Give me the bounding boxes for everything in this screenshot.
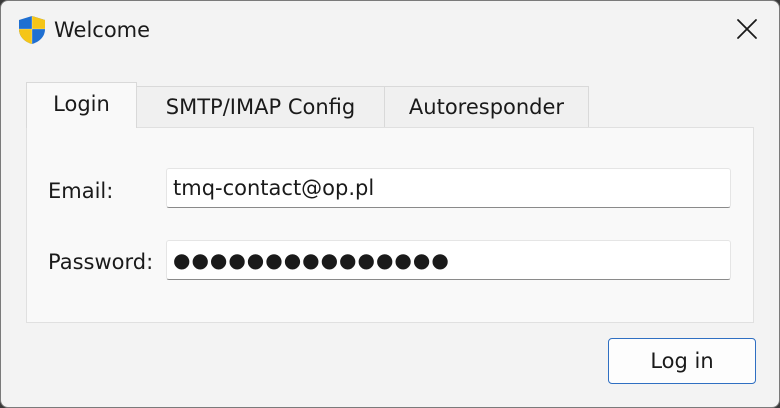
tab-label: Autoresponder (408, 95, 565, 119)
shield-icon (17, 15, 47, 45)
close-icon (736, 18, 758, 44)
tab-smtp-imap-config[interactable]: SMTP/IMAP Config (136, 86, 385, 127)
close-button[interactable] (715, 1, 779, 61)
login-button-label: Log in (650, 349, 714, 373)
window-title: Welcome (54, 18, 151, 42)
title-bar[interactable]: Welcome (1, 1, 779, 61)
tab-label: SMTP/IMAP Config (165, 95, 356, 119)
password-value: ●●●●●●●●●●●●●●● (173, 248, 450, 272)
email-value: tmq-contact@op.pl (173, 176, 375, 200)
email-label: Email: (48, 179, 114, 203)
tab-login[interactable]: Login (26, 82, 137, 128)
login-tab-panel: Email: tmq-contact@op.pl Password: ●●●●●… (26, 127, 754, 323)
tab-autoresponder[interactable]: Autoresponder (384, 86, 589, 127)
welcome-dialog: Welcome Login SMTP/IMAP Config Autorespo… (0, 0, 780, 408)
login-button[interactable]: Log in (608, 338, 756, 384)
password-label: Password: (48, 250, 154, 274)
password-field[interactable]: ●●●●●●●●●●●●●●● (166, 240, 731, 280)
email-field[interactable]: tmq-contact@op.pl (166, 168, 731, 208)
tab-label: Login (53, 91, 110, 116)
